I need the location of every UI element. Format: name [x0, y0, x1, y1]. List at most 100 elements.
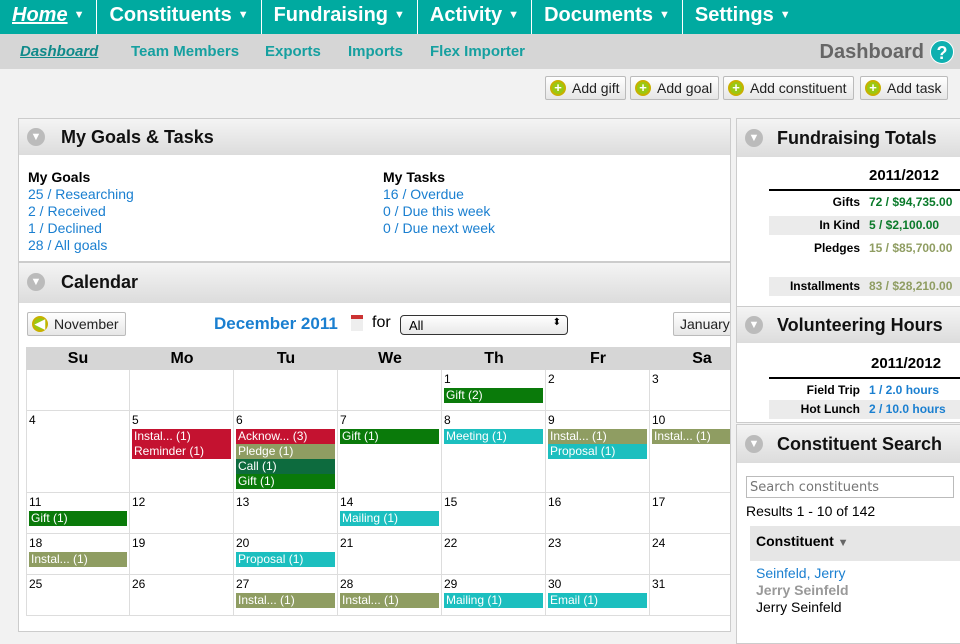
calendar-event[interactable]: Mailing (1)	[444, 593, 543, 608]
help-icon[interactable]: ?	[930, 40, 954, 64]
subnav-flex-importer[interactable]: Flex Importer	[430, 43, 525, 60]
calendar-event[interactable]: Instal... (1)	[548, 429, 647, 444]
nav-fundraising[interactable]: Fundraising ▼	[262, 0, 418, 34]
subnav-dashboard[interactable]: Dashboard	[20, 43, 98, 60]
calendar-day-cell[interactable]	[130, 370, 234, 411]
calendar-day-cell[interactable]: 26	[130, 575, 234, 616]
calendar-event[interactable]: Acknow... (3)	[236, 429, 335, 444]
calendar-day-cell[interactable]: 30 Email (1)	[546, 575, 650, 616]
nav-activity[interactable]: Activity ▼	[418, 0, 533, 34]
calendar-event[interactable]: Instal... (1)	[236, 593, 335, 608]
subnav-team-members[interactable]: Team Members	[131, 43, 239, 60]
add-gift-button[interactable]: + Add gift	[545, 76, 627, 100]
calendar-day-cell[interactable]: 3	[650, 370, 730, 411]
calendar-day-cell[interactable]	[234, 370, 338, 411]
task-link[interactable]: 0 / Due this week	[383, 203, 495, 220]
calendar-event[interactable]: Gift (1)	[29, 511, 127, 526]
search-input[interactable]	[746, 476, 954, 498]
constituent-column-header[interactable]: Constituent ▼	[750, 526, 960, 561]
calendar-day-cell[interactable]: 4	[26, 411, 130, 493]
goal-link[interactable]: 1 / Declined	[28, 220, 134, 237]
calendar-day-cell[interactable]: 23	[546, 534, 650, 575]
calendar-event[interactable]: Instal... (1)	[652, 429, 730, 444]
calendar-day-cell[interactable]: 21	[338, 534, 442, 575]
calendar-event[interactable]: Instal... (1)	[340, 593, 439, 608]
calendar-day-cell[interactable]	[338, 370, 442, 411]
calendar-day-cell[interactable]: 2	[546, 370, 650, 411]
nav-documents[interactable]: Documents ▼	[532, 0, 683, 34]
calendar-day-cell[interactable]: 25	[26, 575, 130, 616]
calendar-event[interactable]: Gift (1)	[340, 429, 439, 444]
calendar-day-cell[interactable]: 29 Mailing (1)	[442, 575, 546, 616]
calendar-day-cell[interactable]: 1 Gift (2)	[442, 370, 546, 411]
calendar-icon[interactable]	[351, 315, 363, 331]
row-value[interactable]: 72 / $94,735.00	[869, 193, 952, 212]
calendar-day-cell[interactable]: 7 Gift (1)	[338, 411, 442, 493]
calendar-day-cell[interactable]: 27 Instal... (1)	[234, 575, 338, 616]
calendar-day-cell[interactable]: 22	[442, 534, 546, 575]
nav-settings[interactable]: Settings ▼	[683, 0, 803, 34]
collapse-icon[interactable]: ▼	[745, 316, 763, 334]
calendar-day-cell[interactable]: 17	[650, 493, 730, 534]
prev-month-button[interactable]: ◀ November	[27, 312, 126, 336]
add-goal-button[interactable]: + Add goal	[630, 76, 720, 100]
nav-home[interactable]: Home ▼	[0, 0, 98, 34]
calendar-day-cell[interactable]: 10 Instal... (1)	[650, 411, 730, 493]
calendar-day-cell[interactable]: 19	[130, 534, 234, 575]
calendar-day-cell[interactable]	[26, 370, 130, 411]
row-value[interactable]: 15 / $85,700.00	[869, 239, 952, 258]
calendar-event[interactable]: Instal... (1)	[29, 552, 127, 567]
add-task-button[interactable]: + Add task	[860, 76, 949, 100]
calendar-day-cell[interactable]: 14 Mailing (1)	[338, 493, 442, 534]
goal-link[interactable]: 28 / All goals	[28, 237, 134, 254]
row-value[interactable]: 83 / $28,210.00	[869, 277, 952, 296]
subnav-exports[interactable]: Exports	[265, 43, 321, 60]
calendar-day-cell[interactable]: 15	[442, 493, 546, 534]
calendar-day-cell[interactable]: 11 Gift (1)	[26, 493, 130, 534]
goal-link[interactable]: 25 / Researching	[28, 186, 134, 203]
panel-header[interactable]: ▼ Constituent Search	[737, 425, 960, 463]
collapse-icon[interactable]: ▼	[745, 129, 763, 147]
calendar-event[interactable]: Instal... (1)	[132, 429, 231, 444]
task-link[interactable]: 16 / Overdue	[383, 186, 495, 203]
filter-select[interactable]: All ⬍	[400, 315, 568, 335]
row-value[interactable]: 1 / 2.0 hours	[869, 381, 939, 400]
calendar-day-cell[interactable]: 18 Instal... (1)	[26, 534, 130, 575]
add-constituent-button[interactable]: + Add constituent	[723, 76, 854, 100]
goal-link[interactable]: 2 / Received	[28, 203, 134, 220]
calendar-event[interactable]: Gift (2)	[444, 388, 543, 403]
calendar-day-cell[interactable]: 16	[546, 493, 650, 534]
calendar-day-cell[interactable]: 31	[650, 575, 730, 616]
panel-header[interactable]: ▼ Fundraising Totals	[737, 119, 960, 157]
collapse-icon[interactable]: ▼	[745, 435, 763, 453]
collapse-icon[interactable]: ▼	[27, 273, 45, 291]
calendar-day-cell[interactable]: 20 Proposal (1)	[234, 534, 338, 575]
calendar-day-cell[interactable]: 8 Meeting (1)	[442, 411, 546, 493]
calendar-day-cell[interactable]: 6 Acknow... (3) Pledge (1) Call (1) Gift (1)	[234, 411, 338, 493]
calendar-event[interactable]: Proposal (1)	[548, 444, 647, 459]
task-link[interactable]: 0 / Due next week	[383, 220, 495, 237]
subnav-imports[interactable]: Imports	[348, 43, 403, 60]
calendar-day-cell[interactable]: 13	[234, 493, 338, 534]
calendar-day-cell[interactable]: 12	[130, 493, 234, 534]
panel-header[interactable]: ▼ Calendar	[19, 263, 730, 303]
result-name-link[interactable]: Seinfeld, Jerry	[756, 565, 959, 582]
result-row[interactable]: Seinfeld, Jerry Jerry Seinfeld Jerry Sei…	[750, 561, 960, 621]
calendar-day-cell[interactable]: 9 Instal... (1) Proposal (1)	[546, 411, 650, 493]
calendar-event[interactable]: Gift (1)	[236, 474, 335, 489]
next-month-button[interactable]: January	[673, 312, 730, 336]
calendar-event[interactable]: Meeting (1)	[444, 429, 543, 444]
calendar-event[interactable]: Pledge (1)	[236, 444, 335, 459]
nav-constituents[interactable]: Constituents ▼	[97, 0, 262, 34]
calendar-event[interactable]: Mailing (1)	[340, 511, 439, 526]
panel-header[interactable]: ▼ Volunteering Hours	[737, 307, 960, 343]
calendar-event[interactable]: Proposal (1)	[236, 552, 335, 567]
collapse-icon[interactable]: ▼	[27, 128, 45, 146]
row-value[interactable]: 5 / $2,100.00	[869, 216, 939, 235]
calendar-day-cell[interactable]: 28 Instal... (1)	[338, 575, 442, 616]
calendar-day-cell[interactable]: 24	[650, 534, 730, 575]
calendar-event[interactable]: Reminder (1)	[132, 444, 231, 459]
calendar-event[interactable]: Email (1)	[548, 593, 647, 608]
row-value[interactable]: 2 / 10.0 hours	[869, 400, 946, 419]
panel-header[interactable]: ▼ My Goals & Tasks	[19, 119, 730, 155]
